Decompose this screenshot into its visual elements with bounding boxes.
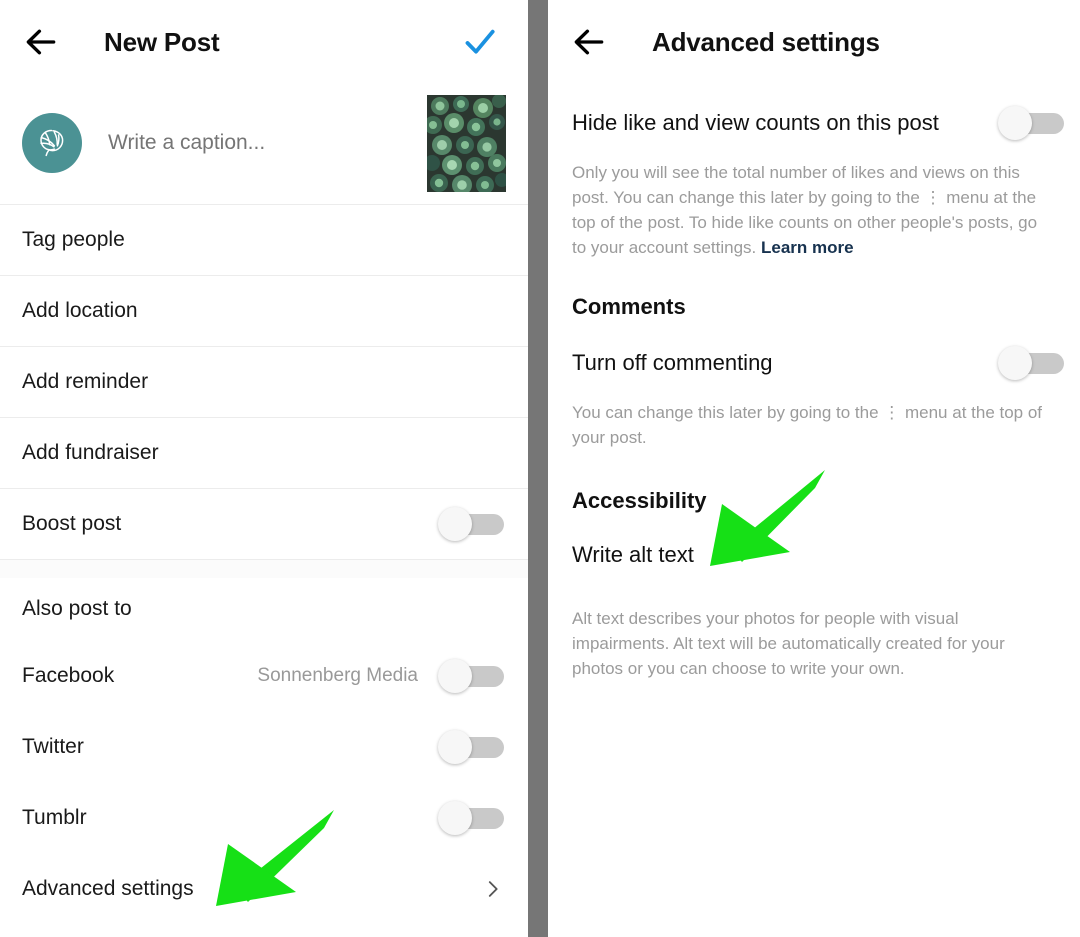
row-label: Add reminder (22, 370, 149, 393)
page-title: New Post (104, 26, 220, 57)
toggle-knob (438, 507, 472, 541)
row-boost-post[interactable]: Boost post (0, 488, 528, 559)
boost-post-toggle[interactable] (438, 507, 504, 541)
row-add-location[interactable]: Add location (0, 275, 528, 346)
row-label: Add location (22, 299, 138, 322)
row-tumblr[interactable]: Tumblr (0, 782, 528, 853)
also-post-to-label: Also post to (22, 597, 132, 620)
twitter-toggle[interactable] (438, 729, 504, 764)
row-facebook[interactable]: Facebook Sonnenberg Media (0, 640, 528, 711)
tumblr-toggle[interactable] (438, 800, 504, 835)
toggle-knob (998, 346, 1032, 380)
accessibility-help-text: Alt text describes your photos for peopl… (572, 609, 1005, 678)
section-separator (0, 559, 528, 578)
arrow-left-icon[interactable] (22, 23, 60, 61)
row-label: Facebook (22, 663, 115, 687)
new-post-appbar: New Post (0, 0, 528, 84)
row-label: Tumblr (22, 805, 87, 829)
row-label: Add fundraiser (22, 441, 159, 464)
accessibility-heading: Accessibility (572, 488, 707, 513)
comments-help-text: You can change this later by going to th… (572, 403, 1043, 447)
row-label: Twitter (22, 734, 84, 758)
learn-more-link[interactable]: Learn more (761, 238, 854, 257)
chevron-right-icon (488, 880, 498, 897)
toggle-knob (438, 800, 472, 835)
row-label: Tag people (22, 228, 125, 251)
row-label: Advanced settings (22, 876, 194, 900)
arrow-left-icon[interactable] (570, 23, 608, 61)
check-icon[interactable] (460, 22, 500, 62)
avatar[interactable] (22, 113, 82, 173)
toggle-knob (998, 106, 1032, 140)
caption-row (0, 84, 528, 204)
hide-counts-row-wrap: Hide like and view counts on this post (548, 84, 1080, 140)
row-tag-people[interactable]: Tag people (0, 204, 528, 275)
facebook-account-name: Sonnenberg Media (257, 664, 418, 686)
facebook-toggle[interactable] (438, 658, 504, 693)
hide-counts-toggle[interactable] (998, 106, 1064, 140)
write-alt-text-link[interactable]: Write alt text (548, 514, 1080, 568)
row-advanced-settings[interactable]: Advanced settings (0, 853, 528, 924)
turn-off-commenting-toggle[interactable] (998, 346, 1064, 380)
hide-counts-label: Hide like and view counts on this post (572, 110, 939, 135)
page-title: Advanced settings (652, 26, 880, 57)
caption-input[interactable] (108, 131, 417, 155)
comments-heading: Comments (572, 294, 686, 319)
toggle-knob (438, 658, 472, 693)
row-twitter[interactable]: Twitter (0, 711, 528, 782)
row-label: Boost post (22, 512, 122, 535)
turn-off-commenting-row[interactable]: Turn off commenting (548, 320, 1080, 380)
hide-counts-help-text: Only you will see the total number of li… (548, 136, 1080, 260)
advanced-settings-appbar: Advanced settings (548, 0, 1080, 84)
row-add-reminder[interactable]: Add reminder (0, 346, 528, 417)
new-post-panel: New Post Write a caption... Tag people A… (0, 0, 528, 937)
also-post-to-heading: Also post to (0, 578, 528, 640)
succulent-photo (427, 94, 506, 192)
row-add-fundraiser[interactable]: Add fundraiser (0, 417, 528, 488)
leaf-logo-icon (40, 129, 64, 157)
screenshot-root: New Post Write a caption... Tag people A… (0, 0, 1080, 937)
post-thumbnail[interactable] (427, 94, 506, 192)
toggle-knob (438, 729, 472, 764)
advanced-settings-panel: Advanced settings Hide like and view cou… (548, 0, 1080, 937)
panel-divider (528, 0, 548, 937)
turn-off-commenting-label: Turn off commenting (572, 350, 773, 375)
hide-counts-row[interactable]: Hide like and view counts on this post (548, 84, 1080, 140)
